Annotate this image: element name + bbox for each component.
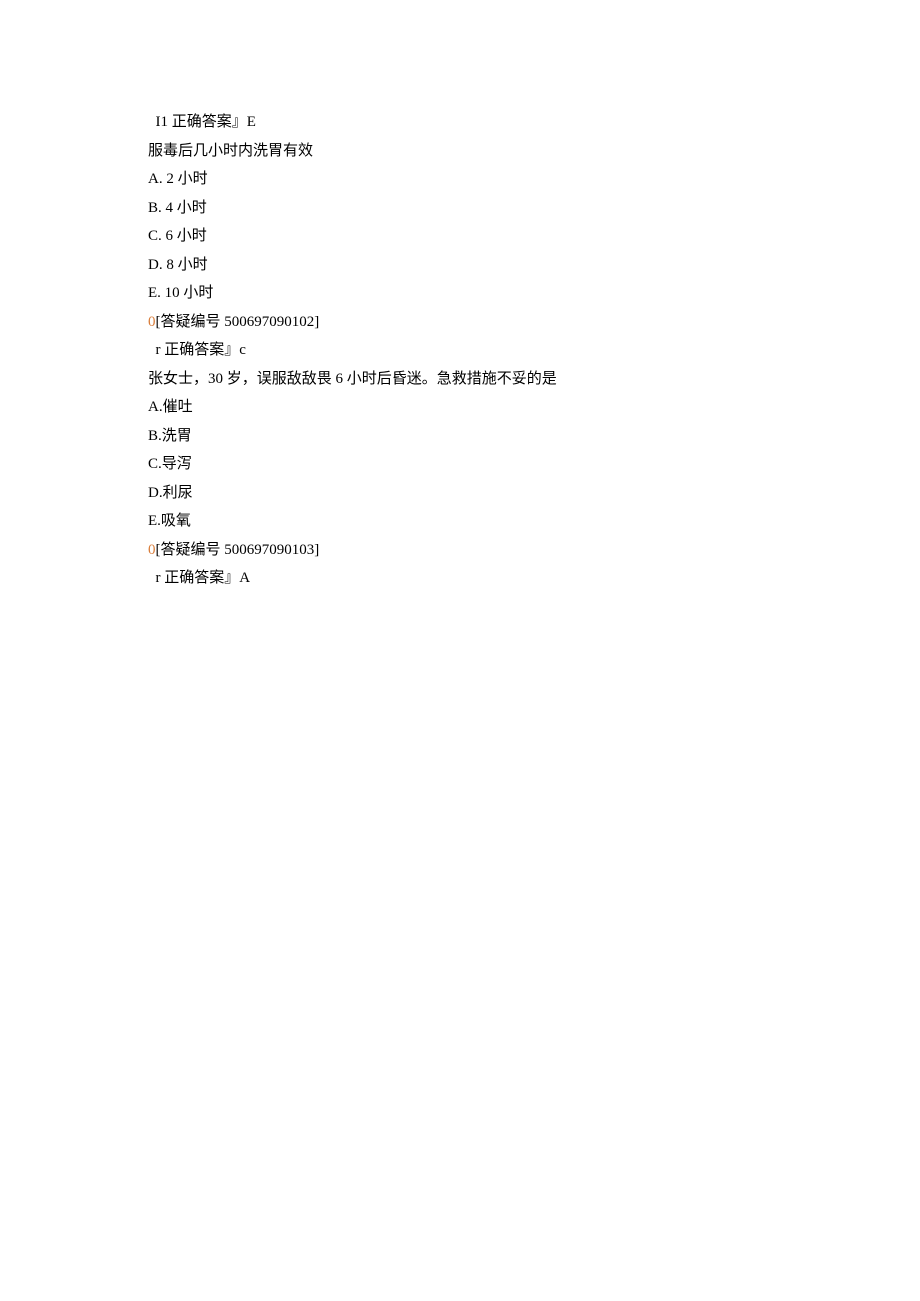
answer-line-2: r 正确答案』c xyxy=(148,336,920,365)
question-3-option-d: D.利尿 xyxy=(148,479,920,508)
question-2-option-d: D. 8 小时 xyxy=(148,251,920,280)
answer-line-3-letter: A xyxy=(239,570,250,586)
question-3-ref-text: [答疑编号 500697090103] xyxy=(156,542,320,558)
question-2-ref: 0[答疑编号 500697090102] xyxy=(148,308,920,337)
question-3-ref: 0[答疑编号 500697090103] xyxy=(148,536,920,565)
question-3-option-e: E.吸氧 xyxy=(148,507,920,536)
answer-line-3-prefix: r 正确答案』 xyxy=(156,570,240,586)
question-3-option-a: A.催吐 xyxy=(148,393,920,422)
answer-line-1: I1 正确答案』E xyxy=(148,108,920,137)
question-2-option-a: A. 2 小时 xyxy=(148,165,920,194)
question-3-option-c: C.导泻 xyxy=(148,450,920,479)
question-3-option-b: B.洗胃 xyxy=(148,422,920,451)
question-3-stem: 张女士，30 岁，误服敌敌畏 6 小时后昏迷。急救措施不妥的是 xyxy=(148,365,920,394)
question-3-ref-marker: 0 xyxy=(148,542,156,558)
answer-line-3: r 正确答案』A xyxy=(148,564,920,593)
question-2-option-b: B. 4 小时 xyxy=(148,194,920,223)
question-2-option-c: C. 6 小时 xyxy=(148,222,920,251)
question-2-stem: 服毒后几小时内洗胃有效 xyxy=(148,137,920,166)
question-2-ref-marker: 0 xyxy=(148,314,156,330)
question-2-option-e: E. 10 小时 xyxy=(148,279,920,308)
question-2-ref-text: [答疑编号 500697090102] xyxy=(156,314,320,330)
